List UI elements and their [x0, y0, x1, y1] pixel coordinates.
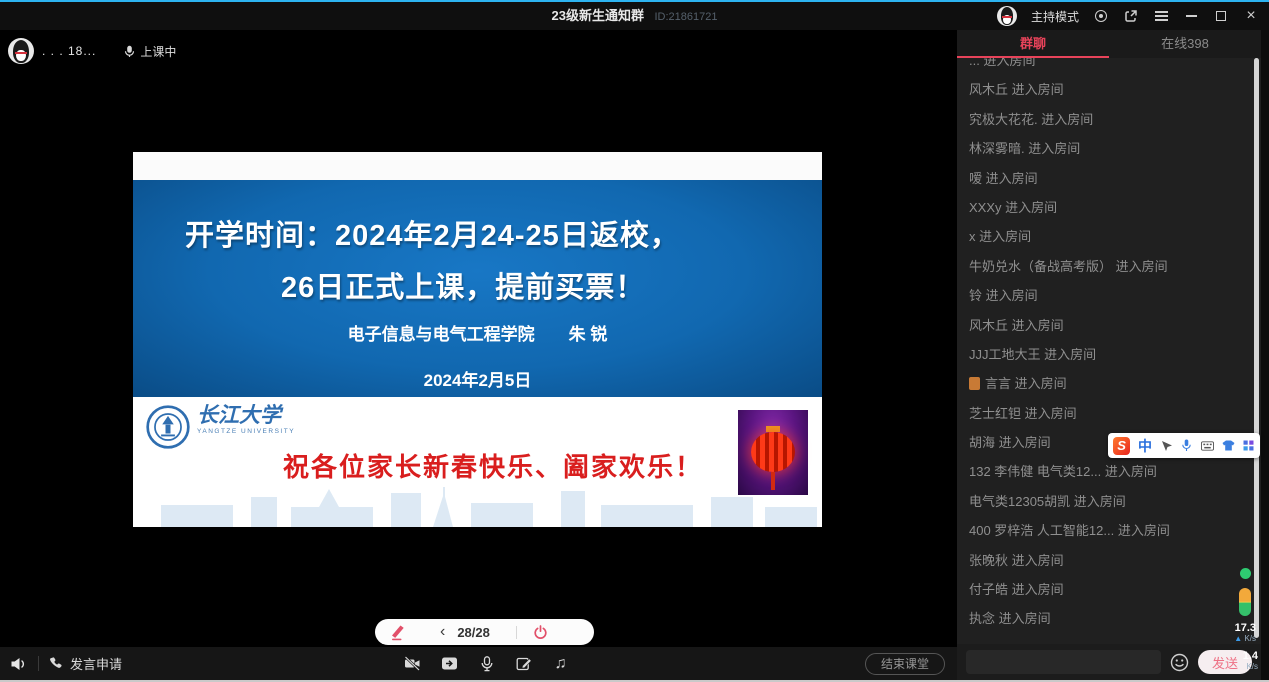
- maximize-button[interactable]: [1213, 8, 1229, 24]
- music-icon[interactable]: ♫: [552, 655, 569, 672]
- whiteboard-edit-icon[interactable]: [515, 655, 532, 672]
- chat-scrollbar[interactable]: [1254, 58, 1259, 638]
- ime-toolbar: S 中: [1108, 433, 1260, 458]
- speaker-icon[interactable]: [10, 656, 28, 672]
- chat-message: 132 李伟健 电气类12... 进入房间: [969, 457, 1253, 486]
- ime-logo-icon[interactable]: S: [1113, 437, 1130, 455]
- net-meter-capsule: [1239, 588, 1251, 616]
- up-arrow-icon: ▲: [1234, 634, 1242, 643]
- slide-white-section: 长江大学 YANGTZE UNIVERSITY 祝各位家长新春快乐、阖家欢乐！: [133, 397, 822, 527]
- sidebar-tabs: 群聊 在线398: [957, 30, 1261, 58]
- host-row: . . . 18... 上课中: [8, 38, 176, 64]
- chat-message: 风木丘 进入房间: [969, 311, 1253, 340]
- class-status: 上课中: [124, 43, 176, 60]
- chat-message: XXXy 进入房间: [969, 193, 1253, 222]
- prev-page-button[interactable]: ‹: [440, 624, 445, 640]
- class-status-label: 上课中: [140, 43, 176, 60]
- microphone-icon: [124, 45, 135, 58]
- net-download-unit: K/s: [1216, 662, 1258, 671]
- phone-icon: [49, 656, 64, 671]
- user-avatar: [997, 6, 1017, 26]
- chat-message: 芝士红钽 进入房间: [969, 399, 1253, 428]
- chat-message: 风木丘 进入房间: [969, 75, 1253, 104]
- chat-message: 执念 进入房间: [969, 604, 1253, 633]
- ime-language-mode[interactable]: 中: [1138, 436, 1152, 456]
- chat-message: 电气类12305胡凯 进入房间: [969, 487, 1253, 516]
- ime-menu-grid-icon[interactable]: [1243, 439, 1255, 452]
- net-upload-unit: ▲ K/s: [1214, 634, 1256, 643]
- menu-icon[interactable]: [1153, 8, 1169, 24]
- tab-group-chat[interactable]: 群聊: [957, 30, 1109, 58]
- slide-subtitle: 电子信息与电气工程学院 朱 锐: [133, 320, 822, 345]
- ime-voice-icon[interactable]: [1180, 439, 1192, 452]
- net-download-value: 1.4: [1216, 650, 1258, 662]
- settings-icon[interactable]: [1093, 8, 1109, 24]
- presenter-name: . . . 18...: [42, 44, 96, 58]
- net-upload-value: 17.3: [1214, 622, 1256, 634]
- app-window: 23级新生通知群 ID:21861721 主持模式 × . .: [0, 0, 1269, 682]
- page-indicator: 28/28: [457, 625, 490, 640]
- popout-icon[interactable]: [1123, 8, 1139, 24]
- close-button[interactable]: ×: [1243, 8, 1259, 24]
- chat-message: JJJ工地大王 进入房间: [969, 340, 1253, 369]
- camera-off-icon[interactable]: [404, 655, 421, 672]
- bottom-toolbar: 发言申请: [0, 647, 957, 680]
- stage: . . . 18... 上课中 开学时间：2024年2月24-25日返校， 26…: [0, 30, 957, 647]
- speech-request-label: 发言申请: [70, 654, 122, 673]
- lantern-image: [738, 410, 808, 495]
- chat-message-list: ... 进入房间 风木丘 进入房间 究极大花花. 进入房间 林深雾暗. 进入房间…: [957, 58, 1253, 642]
- chat-message: 嗳 进入房间: [969, 164, 1253, 193]
- title-bar: 23级新生通知群 ID:21861721 主持模式 ×: [0, 2, 1269, 30]
- slide-greeting: 祝各位家长新春快乐、阖家欢乐！: [283, 447, 703, 484]
- slide-blue-section: 开学时间：2024年2月24-25日返校， 26日正式上课，提前买票！ 电子信息…: [133, 180, 822, 397]
- member-badge-icon: [969, 377, 980, 390]
- toolbar-divider: [38, 656, 39, 671]
- end-class-button[interactable]: 结束课堂: [865, 653, 945, 675]
- chat-input[interactable]: [966, 650, 1161, 674]
- microphone-toggle-icon[interactable]: [478, 655, 495, 672]
- minimize-button[interactable]: [1183, 8, 1199, 24]
- title-bar-controls: 主持模式 ×: [997, 2, 1259, 30]
- university-name-en: YANGTZE UNIVERSITY: [197, 428, 295, 435]
- media-controls: ♫: [404, 647, 569, 680]
- chat-message: 铃 进入房间: [969, 281, 1253, 310]
- chat-message: 究极大花花. 进入房间: [969, 105, 1253, 134]
- host-mode-label: 主持模式: [1031, 8, 1079, 25]
- annotate-pen-icon[interactable]: [389, 624, 406, 641]
- chat-message: ... 进入房间: [969, 58, 1253, 75]
- power-off-icon[interactable]: [533, 625, 548, 640]
- chat-sidebar: 群聊 在线398 ... 进入房间 风木丘 进入房间 究极大花花. 进入房间 林…: [957, 30, 1261, 680]
- ime-cursor-icon[interactable]: [1160, 439, 1172, 452]
- pager-divider: [516, 626, 517, 639]
- slide-title-line2: 26日正式上课，提前买票！: [281, 264, 645, 306]
- tab-online-members[interactable]: 在线398: [1109, 30, 1261, 58]
- chat-message: 张晚秋 进入房间: [969, 546, 1253, 575]
- presentation-slide: 开学时间：2024年2月24-25日返校， 26日正式上课，提前买票！ 电子信息…: [133, 152, 822, 527]
- slide-pager: ‹ 28/28: [375, 619, 594, 645]
- ime-skin-icon[interactable]: [1222, 439, 1235, 452]
- skyline-art: [133, 487, 822, 527]
- chat-message: x 进入房间: [969, 222, 1253, 251]
- chat-message: 牛奶兑水（备战高考版） 进入房间: [969, 252, 1253, 281]
- window-title: 23级新生通知群: [552, 8, 644, 23]
- net-status-dot: [1240, 568, 1251, 579]
- university-logo: 长江大学 YANGTZE UNIVERSITY: [145, 404, 295, 450]
- university-emblem-icon: [145, 404, 191, 450]
- chat-message: 言言 进入房间: [969, 369, 1253, 398]
- chat-message: 付子皓 进入房间: [969, 575, 1253, 604]
- university-name: 长江大学: [197, 404, 295, 426]
- screen-share-icon[interactable]: [441, 655, 458, 672]
- speech-request-button[interactable]: 发言申请: [49, 654, 122, 673]
- slide-top-band: [133, 152, 822, 180]
- ime-keyboard-icon[interactable]: [1201, 439, 1214, 452]
- room-id: ID:21861721: [654, 11, 717, 23]
- slide-title-line1: 开学时间：2024年2月24-25日返校，: [185, 212, 680, 254]
- emoji-icon[interactable]: [1170, 653, 1189, 672]
- chat-message: 400 罗梓浩 人工智能12... 进入房间: [969, 516, 1253, 545]
- slide-date: 2024年2月5日: [133, 366, 822, 391]
- chat-message: 林深雾暗. 进入房间: [969, 134, 1253, 163]
- bottom-left-group: 发言申请: [10, 647, 122, 680]
- presenter-avatar: [8, 38, 34, 64]
